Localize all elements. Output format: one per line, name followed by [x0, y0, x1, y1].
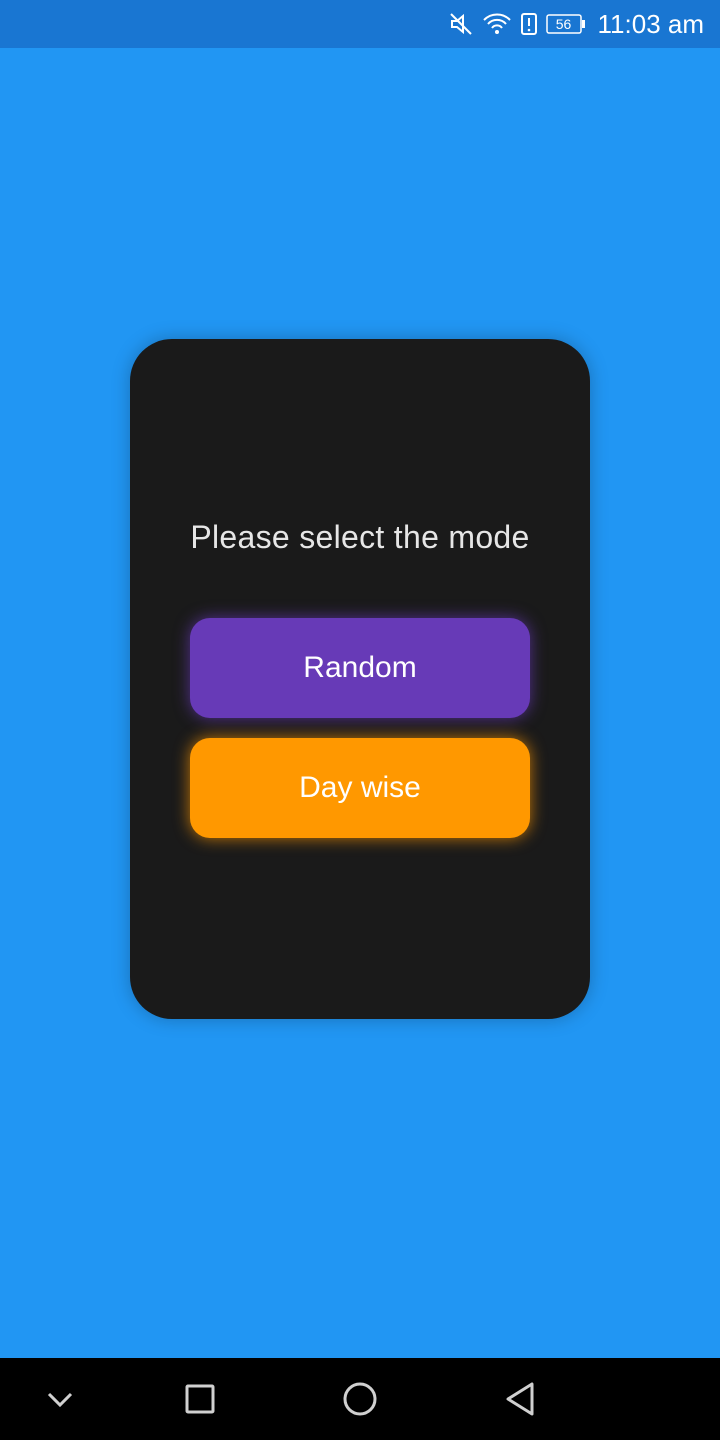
status-time: 11:03 am: [597, 8, 704, 39]
battery-level: 56: [555, 16, 572, 32]
alert-icon: [520, 11, 538, 37]
dialog-title: Please select the mode: [190, 519, 530, 555]
recents-icon[interactable]: [170, 1369, 230, 1429]
mode-select-dialog: Please select the mode Random Day wise: [130, 339, 590, 1019]
back-icon[interactable]: [490, 1369, 550, 1429]
collapse-icon[interactable]: [30, 1369, 90, 1429]
wifi-icon: [482, 11, 512, 37]
mute-icon: [448, 11, 474, 37]
navigation-bar: [0, 1358, 720, 1440]
battery-icon: 56: [545, 14, 586, 34]
status-icons: 56 11:03 am: [448, 0, 704, 48]
day-wise-mode-button[interactable]: Day wise: [190, 738, 530, 838]
status-bar: 56 11:03 am: [0, 0, 720, 48]
home-icon[interactable]: [330, 1369, 390, 1429]
random-mode-button[interactable]: Random: [190, 618, 530, 718]
